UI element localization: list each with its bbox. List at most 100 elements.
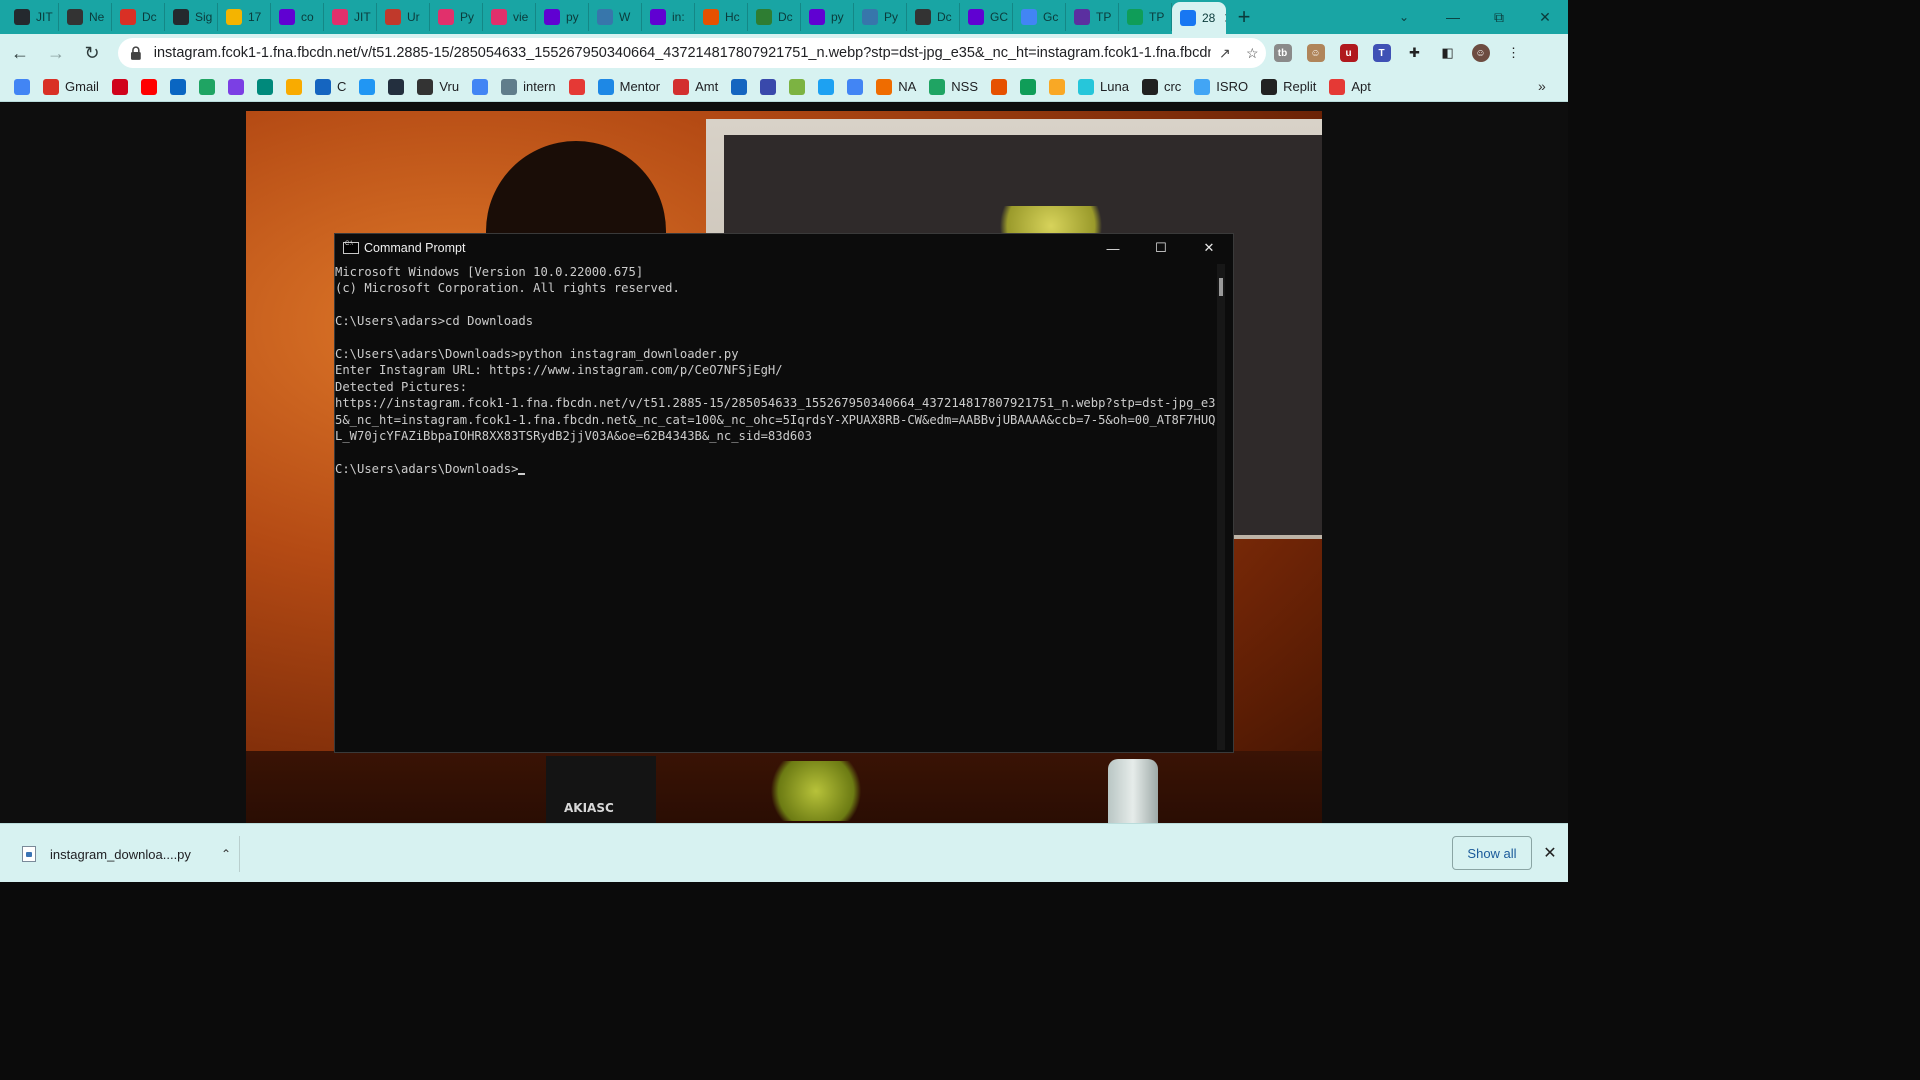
bookmark-23[interactable]: NA bbox=[876, 78, 916, 95]
tab-1[interactable]: Ne bbox=[59, 3, 112, 31]
bookmark-29[interactable]: crc bbox=[1141, 78, 1181, 95]
bookmark-star-icon[interactable]: ☆ bbox=[1239, 45, 1266, 62]
download-item[interactable]: instagram_downloa....py ⌃ bbox=[12, 836, 240, 872]
tab-2[interactable]: Dc bbox=[112, 3, 165, 31]
tab-21[interactable]: TP bbox=[1119, 3, 1172, 31]
tab-label: 28 bbox=[1202, 11, 1216, 25]
cmd-scrollbar-thumb[interactable] bbox=[1219, 278, 1223, 296]
profile-avatar[interactable]: ☺ bbox=[1464, 38, 1497, 68]
bookmark-32[interactable]: Apt bbox=[1329, 78, 1371, 95]
show-all-button[interactable]: Show all bbox=[1452, 836, 1532, 870]
tab-19[interactable]: Gc bbox=[1013, 3, 1066, 31]
close-shelf-icon[interactable]: ✕ bbox=[1540, 838, 1560, 868]
list-icon bbox=[1074, 9, 1090, 25]
cmd-console-output[interactable]: Microsoft Windows [Version 10.0.22000.67… bbox=[335, 264, 1219, 752]
forward-icon[interactable]: → bbox=[40, 37, 72, 69]
bookmark-22[interactable] bbox=[847, 78, 864, 95]
tab-13[interactable]: Hc bbox=[695, 3, 748, 31]
address-bar[interactable]: instagram.fcok1-1.fna.fbcdn.net/v/t51.28… bbox=[118, 38, 1266, 68]
tab-search-icon[interactable]: ⌄ bbox=[1392, 0, 1416, 34]
bookmark-8[interactable] bbox=[285, 78, 302, 95]
image-flowers-bottom bbox=[761, 761, 871, 821]
cmd-maximize-icon[interactable]: ☐ bbox=[1137, 234, 1185, 262]
tab-10[interactable]: py bbox=[536, 3, 589, 31]
tab-14[interactable]: Dc bbox=[748, 3, 801, 31]
bookmark-1[interactable]: Gmail bbox=[43, 78, 99, 95]
tab-16[interactable]: Py bbox=[854, 3, 907, 31]
bookmark-15[interactable] bbox=[568, 78, 585, 95]
restore-icon[interactable]: ⧉ bbox=[1476, 0, 1522, 34]
close-window-icon[interactable]: ✕ bbox=[1522, 0, 1568, 34]
tab-20[interactable]: TP bbox=[1066, 3, 1119, 31]
extensions-puzzle-icon[interactable]: ✚ bbox=[1398, 38, 1431, 68]
menu-kebab-icon[interactable]: ⋮ bbox=[1497, 38, 1530, 68]
bookmark-25[interactable] bbox=[991, 78, 1008, 95]
bookmark-9[interactable]: C bbox=[314, 78, 346, 95]
tab-0[interactable]: JIT bbox=[6, 3, 59, 31]
back-icon[interactable]: ← bbox=[4, 37, 36, 69]
sheet-icon bbox=[1020, 78, 1037, 95]
bookmark-14[interactable]: intern bbox=[501, 78, 556, 95]
tab-4[interactable]: 17 bbox=[218, 3, 271, 31]
tab-22[interactable]: 28✕ bbox=[1172, 2, 1226, 34]
bookmark-31[interactable]: Replit bbox=[1261, 78, 1317, 95]
new-tab-icon[interactable]: + bbox=[1226, 3, 1262, 31]
bookmark-4[interactable] bbox=[169, 78, 186, 95]
url-text[interactable]: instagram.fcok1-1.fna.fbcdn.net/v/t51.28… bbox=[154, 45, 1211, 61]
bookmark-label: Replit bbox=[1283, 79, 1317, 94]
command-prompt-window[interactable]: Command Prompt — ☐ ✕ Microsoft Windows [… bbox=[334, 233, 1234, 753]
cmd-close-icon[interactable]: ✕ bbox=[1185, 234, 1233, 262]
flag-icon bbox=[417, 78, 434, 95]
tab-8[interactable]: Py bbox=[430, 3, 483, 31]
bookmarks-overflow-icon[interactable]: » bbox=[1538, 78, 1904, 94]
bookmark-label: Apt bbox=[1351, 79, 1371, 94]
bookmark-20[interactable] bbox=[789, 78, 806, 95]
bookmark-21[interactable] bbox=[818, 78, 835, 95]
bookmark-30[interactable]: ISRO bbox=[1194, 78, 1248, 95]
tab-12[interactable]: in: bbox=[642, 3, 695, 31]
bookmark-17[interactable]: Amt bbox=[673, 78, 718, 95]
console-prompt-line[interactable]: C:\Users\adars\Downloads> bbox=[335, 461, 1219, 477]
extension-avatar-icon[interactable]: ☺ bbox=[1299, 38, 1332, 68]
bookmark-7[interactable] bbox=[256, 78, 273, 95]
bookmark-3[interactable] bbox=[140, 78, 157, 95]
bookmark-28[interactable]: Luna bbox=[1078, 78, 1129, 95]
reload-icon[interactable]: ↻ bbox=[76, 37, 108, 69]
bookmark-0[interactable] bbox=[14, 78, 30, 95]
tab-15[interactable]: py bbox=[801, 3, 854, 31]
extension-tb-icon[interactable]: tb bbox=[1266, 38, 1299, 68]
tab-3[interactable]: Sig bbox=[165, 3, 218, 31]
bookmark-24[interactable]: NSS bbox=[929, 78, 978, 95]
share-icon[interactable]: ↗ bbox=[1211, 45, 1238, 62]
extension-it-icon[interactable]: T bbox=[1365, 38, 1398, 68]
tab-9[interactable]: vie bbox=[483, 3, 536, 31]
bookmark-10[interactable] bbox=[359, 78, 376, 95]
side-panel-icon[interactable]: ◧ bbox=[1431, 38, 1464, 68]
tab-17[interactable]: Dc bbox=[907, 3, 960, 31]
bookmark-2[interactable] bbox=[111, 78, 128, 95]
bookmark-6[interactable] bbox=[227, 78, 244, 95]
tab-18[interactable]: GC bbox=[960, 3, 1013, 31]
bookmark-13[interactable] bbox=[472, 78, 489, 95]
bookmark-18[interactable] bbox=[731, 78, 748, 95]
bookmark-19[interactable] bbox=[760, 78, 777, 95]
ublock-icon[interactable]: u bbox=[1332, 38, 1365, 68]
bookmark-26[interactable] bbox=[1020, 78, 1037, 95]
tab-6[interactable]: JIT bbox=[324, 3, 377, 31]
tab-7[interactable]: Ur bbox=[377, 3, 430, 31]
tab-5[interactable]: co bbox=[271, 3, 324, 31]
download-file-name[interactable]: instagram_downloa....py bbox=[50, 847, 213, 862]
bookmark-27[interactable] bbox=[1049, 78, 1066, 95]
tab-11[interactable]: W bbox=[589, 3, 642, 31]
bookmark-5[interactable] bbox=[198, 78, 215, 95]
cmd-minimize-icon[interactable]: — bbox=[1089, 234, 1137, 262]
d-icon bbox=[111, 78, 128, 95]
bookmark-16[interactable]: Mentor bbox=[597, 78, 660, 95]
minimize-icon[interactable]: — bbox=[1430, 0, 1476, 34]
cmd-scrollbar[interactable] bbox=[1217, 264, 1225, 750]
chevron-up-icon[interactable]: ⌃ bbox=[213, 847, 239, 861]
bookmark-11[interactable] bbox=[388, 78, 405, 95]
console-line: Microsoft Windows [Version 10.0.22000.67… bbox=[335, 265, 644, 279]
bookmark-12[interactable]: Vru bbox=[417, 78, 459, 95]
